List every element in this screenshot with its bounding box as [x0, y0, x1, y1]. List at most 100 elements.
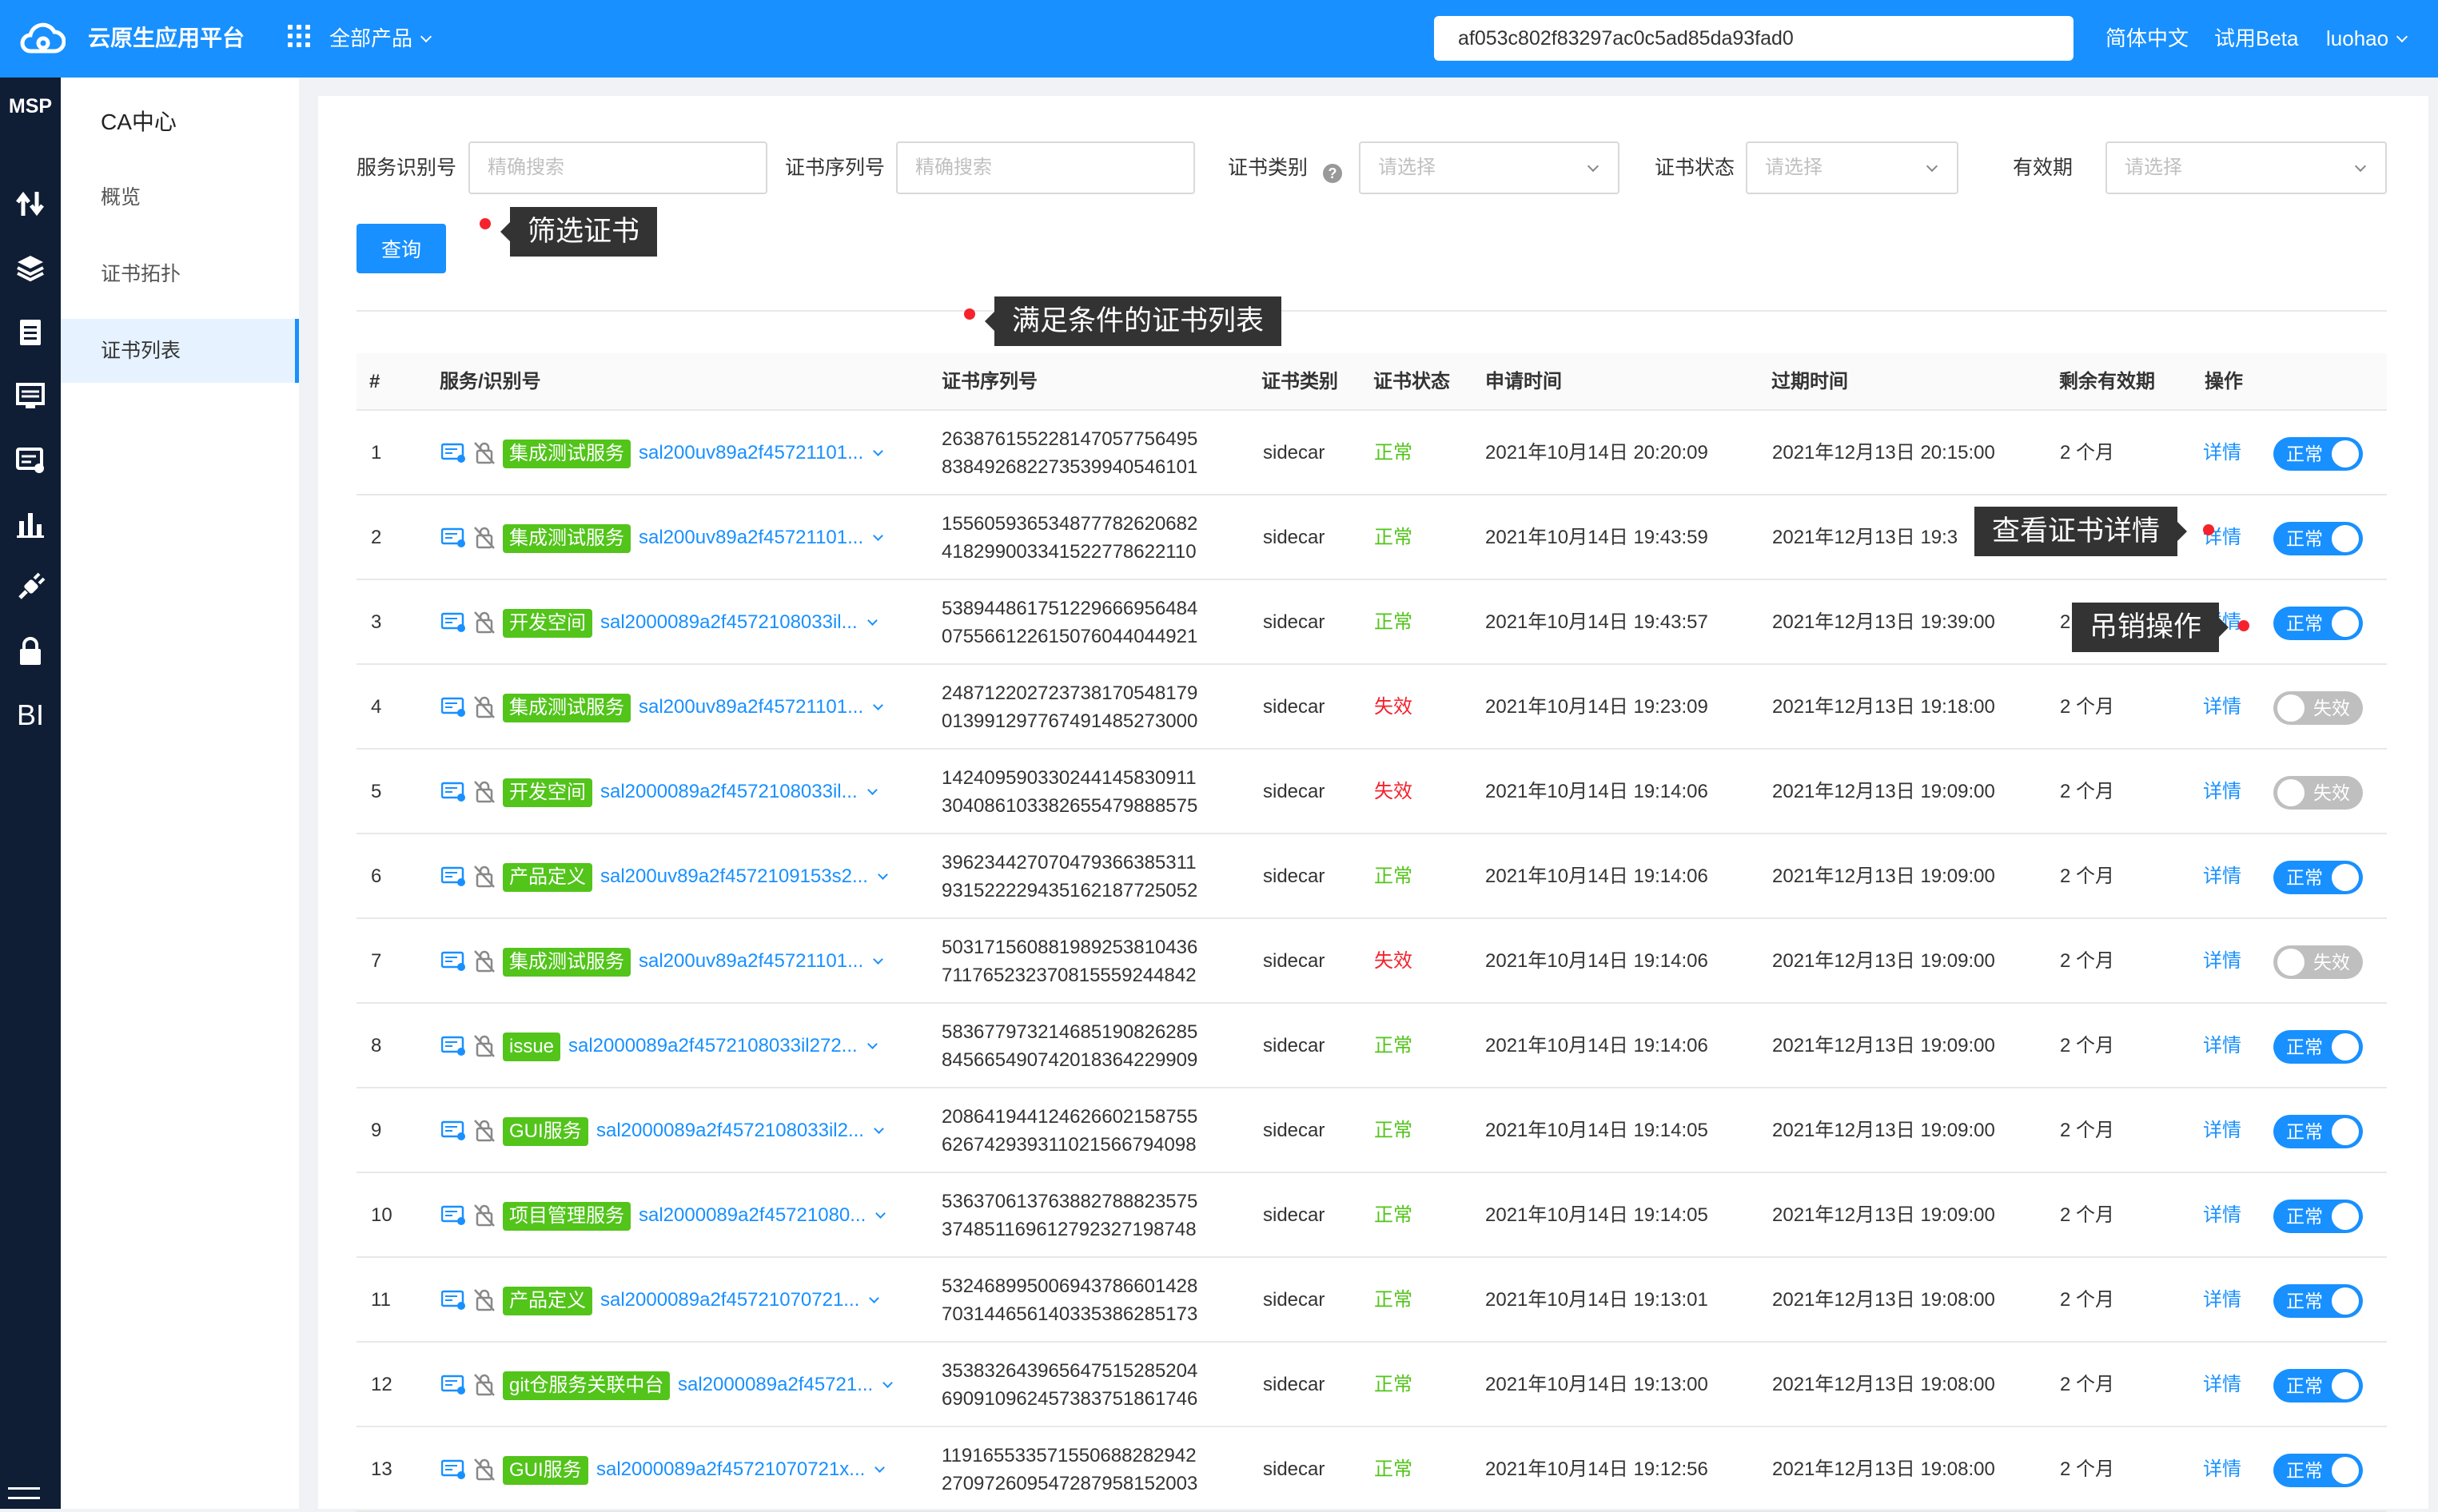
revoke-toggle[interactable]: 失效 [2273, 776, 2363, 810]
table-row: 6 产品定义 sal200uv89a2f4572109153s2... 3962344… [357, 834, 2387, 919]
service-card-icon [441, 1036, 465, 1056]
service-id-link[interactable]: sal2000089a2f4572108033il... [600, 580, 878, 665]
serial-input[interactable]: 精确搜索 [896, 141, 1195, 194]
applied-time: 2021年10月14日 19:43:59 [1485, 527, 1708, 548]
sidebar-item-overview[interactable]: 概览 [61, 165, 299, 229]
service-card-icon [441, 612, 465, 632]
help-icon[interactable]: ? [1323, 164, 1342, 183]
revoke-toggle[interactable]: 正常 [2273, 1284, 2363, 1318]
detail-link[interactable]: 详情 [2203, 750, 2241, 834]
revoke-toggle[interactable]: 正常 [2273, 607, 2363, 640]
service-id-link[interactable]: sal2000089a2f45721070721... [600, 1258, 880, 1343]
revoke-toggle[interactable]: 正常 [2273, 437, 2363, 471]
lock-disabled-icon [474, 1458, 495, 1481]
service-id-link[interactable]: sal200uv89a2f45721101... [639, 919, 884, 1004]
msp-label[interactable]: MSP [0, 95, 61, 118]
revoke-toggle[interactable]: 正常 [2273, 1454, 2363, 1487]
cert-type-select[interactable]: 请选择 [1359, 141, 1619, 194]
revoke-toggle[interactable]: 失效 [2273, 945, 2363, 979]
validity-placeholder: 请选择 [2125, 157, 2182, 178]
sidebar-item-cert-list[interactable]: 证书列表 [61, 319, 299, 383]
service-id-link[interactable]: sal2000089a2f45721070721x... [596, 1427, 886, 1512]
service-id-link[interactable]: sal200uv89a2f4572109153s2... [600, 834, 888, 919]
query-button[interactable]: 查询 [357, 224, 446, 273]
sidebar-item-cert-topology[interactable]: 证书拓扑 [61, 242, 299, 306]
cloud-logo-icon[interactable] [18, 19, 66, 58]
chevron-down-icon[interactable] [878, 869, 888, 880]
service-id-text: sal2000089a2f4572108033il272... [568, 1035, 858, 1056]
chevron-down-icon[interactable] [874, 1124, 884, 1134]
chevron-down-icon[interactable] [873, 700, 884, 710]
transfer-icon[interactable] [8, 181, 53, 226]
service-id-input[interactable]: 精确搜索 [468, 141, 767, 194]
revoke-toggle[interactable]: 正常 [2273, 1115, 2363, 1148]
detail-link[interactable]: 详情 [2203, 1258, 2241, 1343]
revoke-toggle[interactable]: 正常 [2273, 861, 2363, 894]
chevron-down-icon[interactable] [866, 1039, 878, 1049]
chevron-down-icon[interactable] [869, 1293, 880, 1303]
service-id-text: sal2000089a2f4572108033il... [600, 611, 858, 633]
col-expires: 过期时间 [1771, 371, 1848, 392]
service-id-link[interactable]: sal2000089a2f4572108033il... [600, 750, 878, 834]
platform-title[interactable]: 云原生应用平台 [88, 24, 245, 53]
validity-select[interactable]: 请选择 [2105, 141, 2387, 194]
layers-icon[interactable] [8, 245, 53, 290]
detail-link[interactable]: 详情 [2203, 834, 2241, 919]
detail-link[interactable]: 详情 [2203, 1427, 2241, 1512]
service-card-icon[interactable] [8, 437, 53, 482]
detail-link[interactable]: 详情 [2203, 1343, 2241, 1427]
cert-serial: 503171560881989253810436 7117652323708155… [942, 933, 1197, 989]
detail-link[interactable]: 详情 [2203, 411, 2241, 495]
detail-link[interactable]: 详情 [2203, 919, 2241, 1004]
bar-chart-icon[interactable] [8, 501, 53, 546]
username: luohao [2326, 26, 2389, 50]
toggle-label: 正常 [2286, 1460, 2323, 1481]
global-search-input[interactable] [1434, 16, 2073, 61]
chevron-down-icon[interactable] [875, 1208, 886, 1219]
applied-time: 2021年10月14日 19:12:56 [1485, 1458, 1708, 1480]
detail-link[interactable]: 详情 [2203, 1173, 2241, 1258]
user-menu[interactable]: luohao [2326, 24, 2408, 53]
revoke-toggle[interactable]: 正常 [2273, 522, 2363, 555]
row-index: 6 [371, 865, 382, 887]
beta-link[interactable]: 试用Beta [2214, 24, 2299, 53]
chevron-down-icon[interactable] [873, 531, 884, 541]
service-tag: 项目管理服务 [503, 1202, 631, 1231]
language-switch[interactable]: 简体中文 [2105, 24, 2189, 53]
chevron-down-icon [1587, 160, 1599, 173]
chevron-down-icon[interactable] [882, 1378, 894, 1388]
service-id-link[interactable]: sal2000089a2f4572108033il272... [568, 1004, 878, 1088]
clipboard-icon[interactable] [8, 309, 53, 354]
detail-link[interactable]: 详情 [2203, 1004, 2241, 1088]
menu-collapse-icon[interactable] [8, 1487, 40, 1506]
revoke-toggle[interactable]: 正常 [2273, 1369, 2363, 1403]
cert-type: sidecar [1263, 442, 1325, 464]
bi-icon[interactable]: BI [8, 693, 53, 738]
all-products-menu[interactable]: 全部产品 [329, 24, 432, 53]
app-grid-icon[interactable] [288, 25, 310, 47]
cert-status-select[interactable]: 请选择 [1746, 141, 1958, 194]
service-id-link[interactable]: sal200uv89a2f45721101... [639, 495, 884, 580]
service-id-link[interactable]: sal200uv89a2f45721101... [639, 665, 884, 750]
chevron-down-icon[interactable] [873, 954, 884, 965]
table-row: 10 项目管理服务 sal2000089a2f45721080... 53637061… [357, 1173, 2387, 1258]
chevron-down-icon[interactable] [874, 1462, 886, 1473]
detail-link[interactable]: 详情 [2203, 495, 2241, 580]
revoke-toggle[interactable]: 正常 [2273, 1200, 2363, 1233]
service-id-link[interactable]: sal200uv89a2f45721101... [639, 411, 884, 495]
cert-serial-line: 075566122615076044044921 [942, 626, 1198, 647]
revoke-toggle[interactable]: 正常 [2273, 1030, 2363, 1064]
detail-link[interactable]: 详情 [2203, 665, 2241, 750]
chevron-down-icon[interactable] [873, 446, 884, 456]
revoke-toggle[interactable]: 失效 [2273, 691, 2363, 725]
chevron-down-icon[interactable] [866, 785, 878, 795]
chevron-down-icon[interactable] [866, 615, 878, 626]
lock-icon[interactable] [8, 629, 53, 674]
service-id-link[interactable]: sal2000089a2f45721080... [639, 1173, 886, 1258]
cert-serial-line: 626742939311021566794098 [942, 1134, 1197, 1156]
service-id-link[interactable]: sal2000089a2f4572108033il2... [596, 1088, 884, 1173]
detail-link[interactable]: 详情 [2203, 1088, 2241, 1173]
monitor-icon[interactable] [8, 373, 53, 418]
plug-icon[interactable] [8, 565, 53, 610]
service-id-link[interactable]: sal2000089a2f45721... [678, 1343, 894, 1427]
